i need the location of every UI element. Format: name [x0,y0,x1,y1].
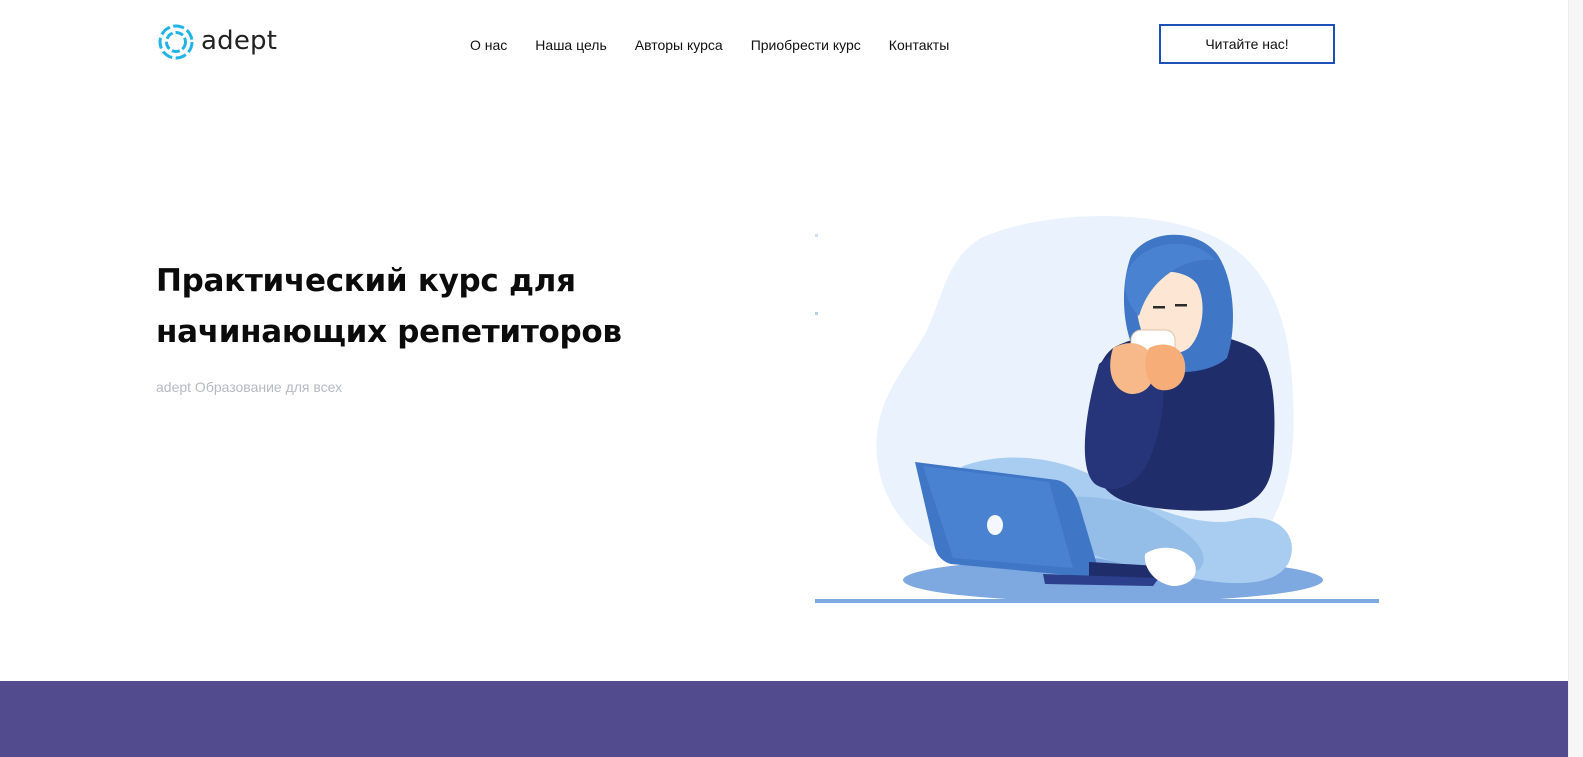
scrollbar[interactable] [1568,0,1583,757]
nav-item-contacts[interactable]: Контакты [889,36,949,54]
illustration-svg [815,215,1379,603]
section-band [0,681,1568,757]
site-header: adept О нас Наша цель Авторы курса Приоб… [0,0,1568,88]
hero-title-line-2: начинающих репетиторов [156,314,622,350]
read-us-button[interactable]: Читайте нас! [1159,24,1335,64]
page: adept О нас Наша цель Авторы курса Приоб… [0,0,1583,757]
nav-item-authors[interactable]: Авторы курса [635,36,723,54]
hero-subtitle: adept Образование для всех [156,379,343,395]
logo-text: adept [201,26,278,56]
hero-title: Практический курс для начинающих репетит… [156,256,716,358]
logo[interactable]: adept [157,22,277,62]
nav-item-buy-course[interactable]: Приобрести курс [751,36,861,54]
ring-logo-icon [158,24,194,60]
hero-title-line-1: Практический курс для [156,263,576,299]
apple-dot-icon [987,515,1003,535]
nav-item-about[interactable]: О нас [470,36,507,54]
nav-item-goal[interactable]: Наша цель [535,36,606,54]
woman-with-laptop-illustration [813,198,1379,603]
main-nav: О нас Наша цель Авторы курса Приобрести … [470,36,949,54]
